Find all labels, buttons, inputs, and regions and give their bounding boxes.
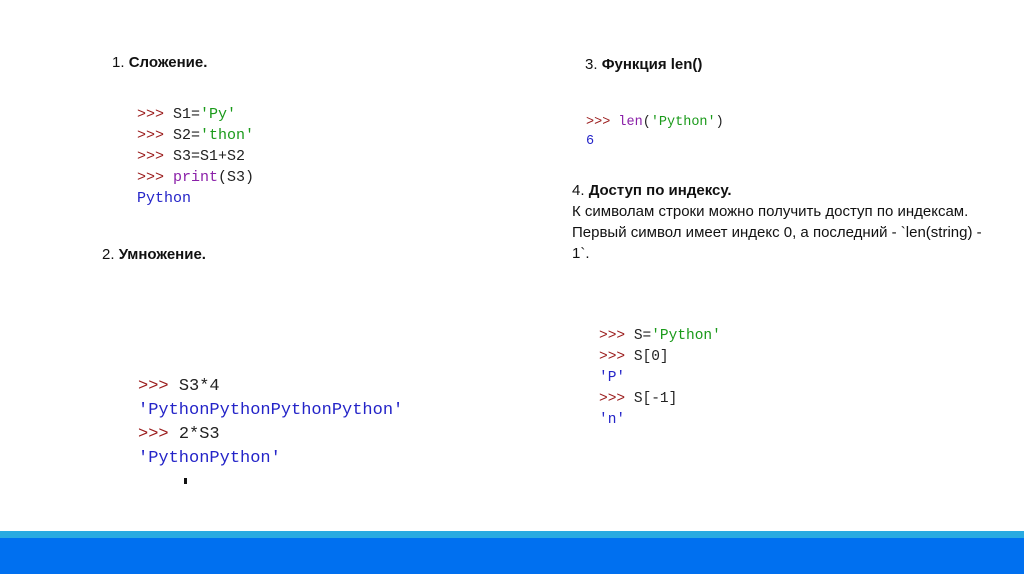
code-line: >>> S[-1] bbox=[599, 389, 721, 410]
code-line: 'P' bbox=[599, 368, 721, 389]
code-token: Python bbox=[137, 190, 192, 207]
footer-stripe bbox=[0, 531, 1024, 538]
section-index: 4. Доступ по индексу. К символам строки … bbox=[572, 180, 992, 264]
code-line: 'n' bbox=[599, 410, 721, 431]
prompt: >>> bbox=[599, 328, 634, 344]
code-line: >>> S3=S1+S2 bbox=[137, 146, 254, 167]
code-block-multiplication: >>> S3*4 'PythonPythonPythonPython' >>> 2*… bbox=[138, 375, 403, 471]
heading-multiplication: 2. Умножение. bbox=[102, 244, 206, 265]
code-token: 2*S3 bbox=[178, 425, 220, 444]
code-line: >>> 2*S3 bbox=[138, 423, 403, 447]
section-title: Доступ по индексу. bbox=[588, 182, 732, 199]
code-token: 'PythonPython' bbox=[138, 449, 281, 468]
code-token: S[0] bbox=[633, 349, 669, 365]
code-block-index: >>> S='Python' >>> S[0] 'P' >>> S[-1]'n' bbox=[599, 326, 721, 431]
code-line: 'PythonPythonPythonPython' bbox=[138, 399, 403, 423]
heading-addition: 1. Сложение. bbox=[112, 52, 207, 73]
code-line: >>> len('Python') bbox=[586, 113, 724, 132]
code-line: >>> S3*4 bbox=[138, 375, 403, 399]
code-token: S[-1] bbox=[633, 391, 678, 407]
code-line: >>> print(S3) bbox=[137, 167, 254, 188]
code-token: S1= bbox=[173, 106, 201, 123]
code-token: S2= bbox=[173, 127, 201, 144]
code-line: 6 bbox=[586, 132, 724, 151]
prompt: >>> bbox=[137, 148, 174, 165]
section-number: 3. bbox=[585, 56, 602, 73]
section-title: Умножение. bbox=[118, 246, 206, 263]
prompt: >>> bbox=[138, 425, 179, 444]
section-number: 1. bbox=[112, 54, 129, 71]
code-token: S3=S1+S2 bbox=[173, 148, 246, 165]
prompt: >>> bbox=[599, 349, 634, 365]
code-token: ) bbox=[715, 115, 724, 130]
section-number: 4. bbox=[572, 182, 589, 199]
code-token: 'Python' bbox=[650, 115, 716, 130]
heading-len: 3. Функция len() bbox=[585, 54, 702, 75]
code-token: 'P' bbox=[599, 370, 626, 386]
section-number: 2. bbox=[102, 246, 119, 263]
text-cursor bbox=[184, 478, 187, 484]
code-line: >>> S[0] bbox=[599, 347, 721, 368]
prompt: >>> bbox=[599, 391, 634, 407]
code-line: >>> S2='thon' bbox=[137, 125, 254, 146]
code-line: >>> S1='Py' bbox=[137, 104, 254, 125]
code-line: >>> S='Python' bbox=[599, 326, 721, 347]
code-block-addition: >>> S1='Py' >>> S2='thon' >>> S3=S1+S2 >>> … bbox=[137, 104, 254, 209]
code-block-len: >>> len('Python') 6 bbox=[586, 113, 724, 151]
code-token: 'Py' bbox=[200, 106, 237, 123]
code-token: 'thon' bbox=[200, 127, 255, 144]
code-token: print bbox=[173, 169, 219, 186]
code-token: 6 bbox=[586, 134, 595, 149]
code-token: ( bbox=[642, 115, 651, 130]
code-token: (S3) bbox=[218, 169, 255, 186]
section-title: Функция len() bbox=[601, 56, 703, 73]
code-token: 'PythonPythonPythonPython' bbox=[138, 401, 404, 420]
prompt: >>> bbox=[586, 115, 619, 130]
footer-bar bbox=[0, 538, 1024, 574]
code-line: Python bbox=[137, 188, 254, 209]
code-line: 'PythonPython' bbox=[138, 447, 403, 471]
prompt: >>> bbox=[137, 106, 174, 123]
code-token: S= bbox=[633, 328, 652, 344]
section-body: К символам строки можно получить доступ … bbox=[572, 203, 982, 262]
code-token: len bbox=[618, 115, 643, 130]
prompt: >>> bbox=[137, 127, 174, 144]
prompt: >>> bbox=[138, 377, 179, 396]
code-token: 'n' bbox=[599, 412, 626, 428]
section-title: Сложение. bbox=[128, 54, 208, 71]
code-token: S3*4 bbox=[178, 377, 220, 396]
code-token: 'Python' bbox=[651, 328, 721, 344]
prompt: >>> bbox=[137, 169, 174, 186]
